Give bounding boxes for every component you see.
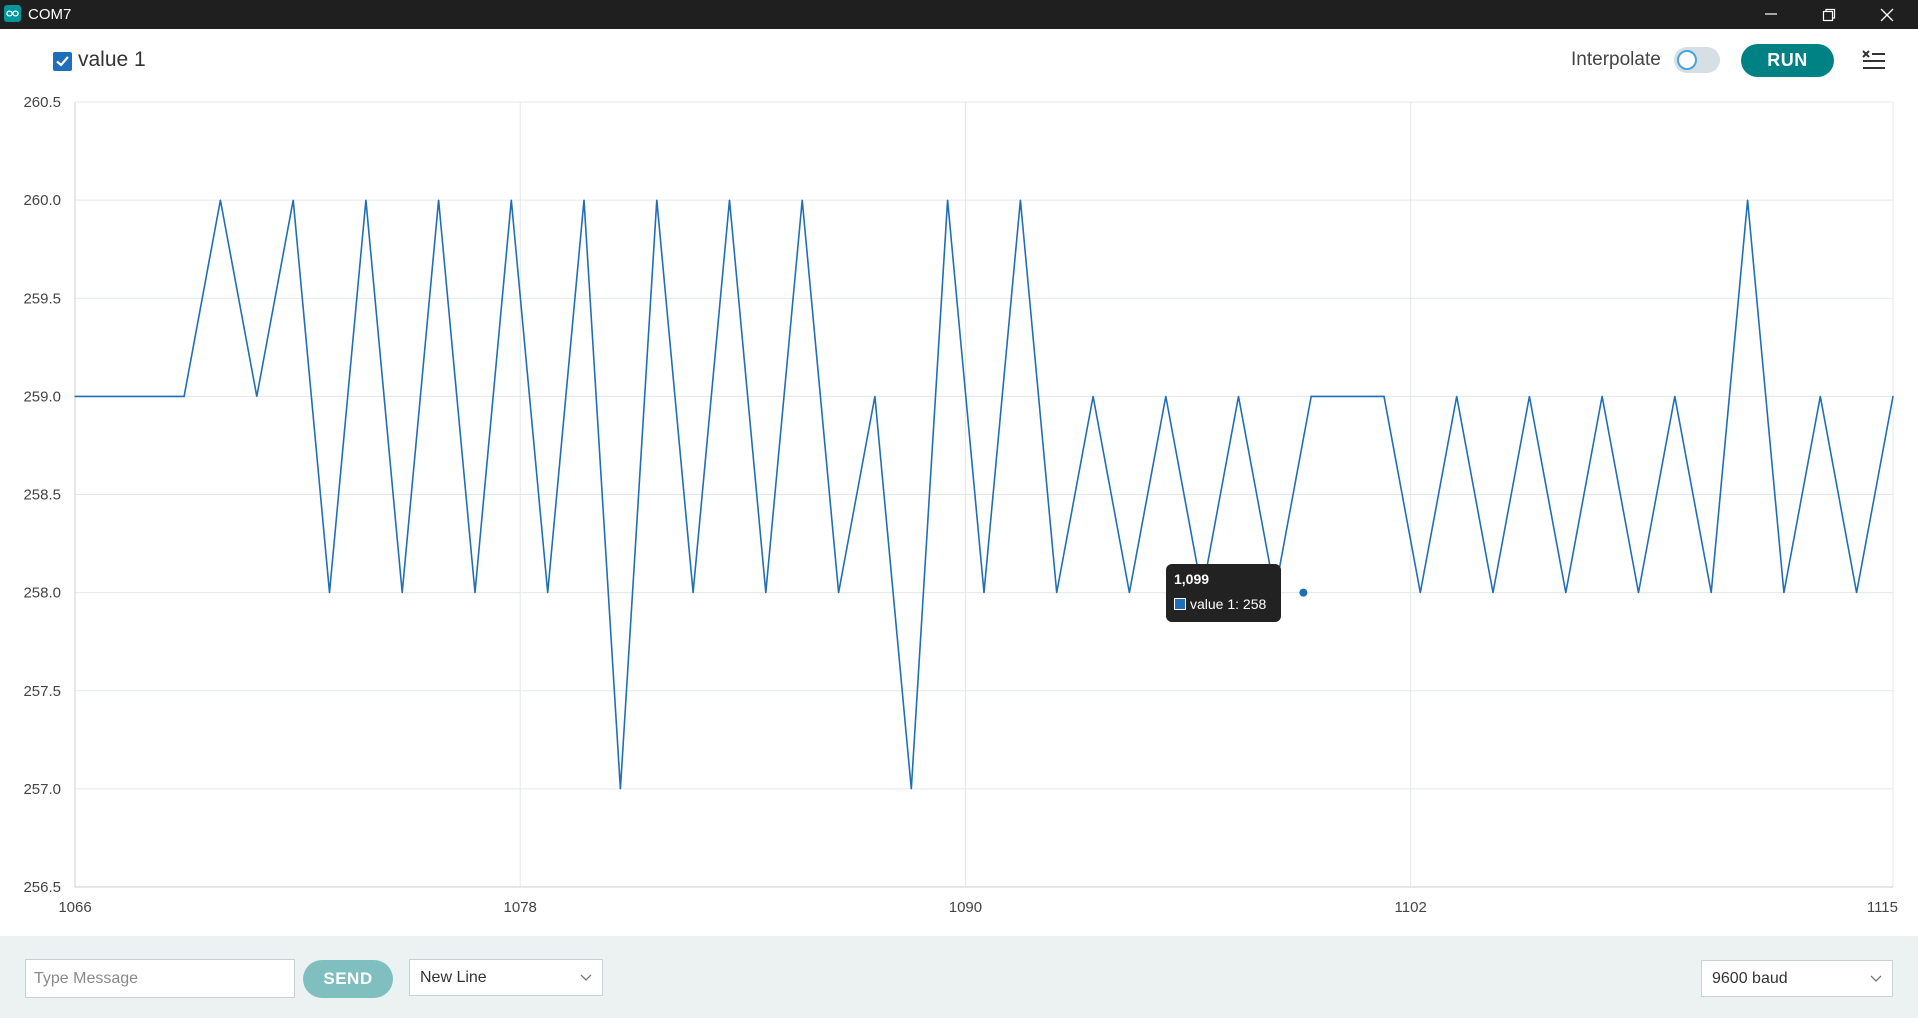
data-point	[292, 199, 294, 201]
interpolate-label: Interpolate	[1571, 49, 1661, 70]
data-point	[256, 395, 258, 397]
chevron-down-icon	[1870, 975, 1882, 982]
y-tick-label: 260.5	[23, 94, 61, 111]
send-button[interactable]: SEND	[303, 960, 393, 998]
checkmark-icon	[56, 56, 69, 67]
data-point	[1892, 395, 1894, 397]
x-tick-label: 1090	[949, 899, 982, 916]
close-button[interactable]	[1858, 0, 1916, 29]
data-point	[1710, 592, 1712, 594]
data-tooltip: 1,099 value 1: 258	[1166, 564, 1281, 622]
data-point	[728, 199, 731, 201]
x-tick-label: 1066	[58, 899, 91, 916]
y-tick-label: 258.0	[23, 585, 61, 602]
interpolate-toggle[interactable]	[1674, 47, 1720, 73]
data-point	[147, 395, 149, 397]
data-point	[1383, 395, 1385, 397]
highlighted-point	[1299, 588, 1308, 597]
chevron-down-icon	[580, 974, 592, 981]
tooltip-series-swatch	[1174, 598, 1186, 610]
data-point	[1347, 395, 1349, 397]
data-point	[1092, 395, 1094, 397]
arduino-logo-icon	[4, 5, 21, 22]
serial-plot-chart: 256.5 257.0 257.5 258.0 258.5 259.0 259.5 260.0…	[23, 94, 1898, 916]
minimize-button[interactable]	[1742, 0, 1800, 29]
data-point	[1419, 592, 1421, 594]
line-ending-value: New Line	[420, 969, 487, 986]
clear-chart-icon[interactable]	[1862, 49, 1886, 71]
y-tick-label: 259.0	[23, 388, 61, 405]
data-point	[765, 592, 767, 594]
data-point	[1492, 592, 1494, 594]
data-point	[692, 592, 694, 594]
title-bar: COM7	[0, 0, 1918, 29]
data-point	[74, 395, 76, 397]
data-point	[438, 199, 440, 201]
baud-rate-value: 9600 baud	[1712, 970, 1788, 987]
data-point	[874, 395, 876, 397]
y-tick-label: 257.5	[23, 683, 61, 700]
y-tick-label: 256.5	[23, 879, 61, 896]
x-tick-label: 1115	[1867, 899, 1898, 916]
baud-rate-select[interactable]: 9600 baud	[1701, 960, 1893, 997]
data-point	[547, 592, 549, 594]
restore-button[interactable]	[1800, 0, 1858, 29]
data-point	[1565, 592, 1567, 594]
data-point	[1528, 395, 1530, 397]
toggle-knob	[1677, 50, 1697, 70]
data-point	[583, 199, 585, 201]
tooltip-x-value: 1,099	[1174, 571, 1210, 587]
close-icon	[1880, 8, 1894, 22]
tooltip-series-value: value 1: 258	[1190, 596, 1267, 612]
data-point	[474, 592, 476, 594]
data-point	[1056, 592, 1058, 594]
data-point	[1456, 395, 1458, 397]
data-point	[183, 395, 185, 397]
data-point	[110, 395, 112, 397]
x-tick-label: 1102	[1395, 899, 1427, 916]
series-checkbox[interactable]	[53, 52, 72, 71]
y-tick-label: 258.5	[23, 487, 61, 504]
data-point	[365, 199, 367, 201]
data-point	[837, 592, 840, 594]
y-tick-label: 260.0	[23, 192, 61, 209]
data-point	[1856, 592, 1858, 594]
message-input[interactable]	[25, 959, 295, 998]
series-legend-label[interactable]: value 1	[78, 48, 146, 72]
data-point	[1601, 395, 1603, 397]
y-tick-label: 257.0	[23, 781, 61, 798]
minimize-icon	[1765, 13, 1777, 15]
data-point	[1310, 395, 1312, 397]
data-point	[801, 199, 803, 201]
data-point	[1019, 199, 1021, 201]
data-point	[1237, 395, 1240, 397]
window-title: COM7	[28, 6, 72, 23]
y-tick-label: 259.5	[23, 290, 61, 307]
data-point	[947, 199, 949, 201]
data-point	[1674, 395, 1676, 397]
restore-icon	[1822, 8, 1836, 22]
data-point	[983, 592, 985, 594]
data-point	[656, 199, 658, 201]
data-point	[328, 592, 331, 594]
line-ending-select[interactable]: New Line	[409, 959, 603, 996]
data-point	[1165, 395, 1167, 397]
data-point	[1128, 592, 1131, 594]
data-point	[910, 788, 912, 790]
run-button[interactable]: RUN	[1741, 44, 1834, 77]
data-point	[1746, 199, 1749, 201]
data-point	[1783, 592, 1785, 594]
data-point	[219, 199, 222, 201]
data-point	[619, 788, 622, 790]
data-point	[1819, 395, 1821, 397]
x-tick-label: 1078	[504, 899, 537, 916]
data-point	[401, 592, 403, 594]
data-point	[1637, 592, 1640, 594]
data-point	[510, 199, 512, 201]
